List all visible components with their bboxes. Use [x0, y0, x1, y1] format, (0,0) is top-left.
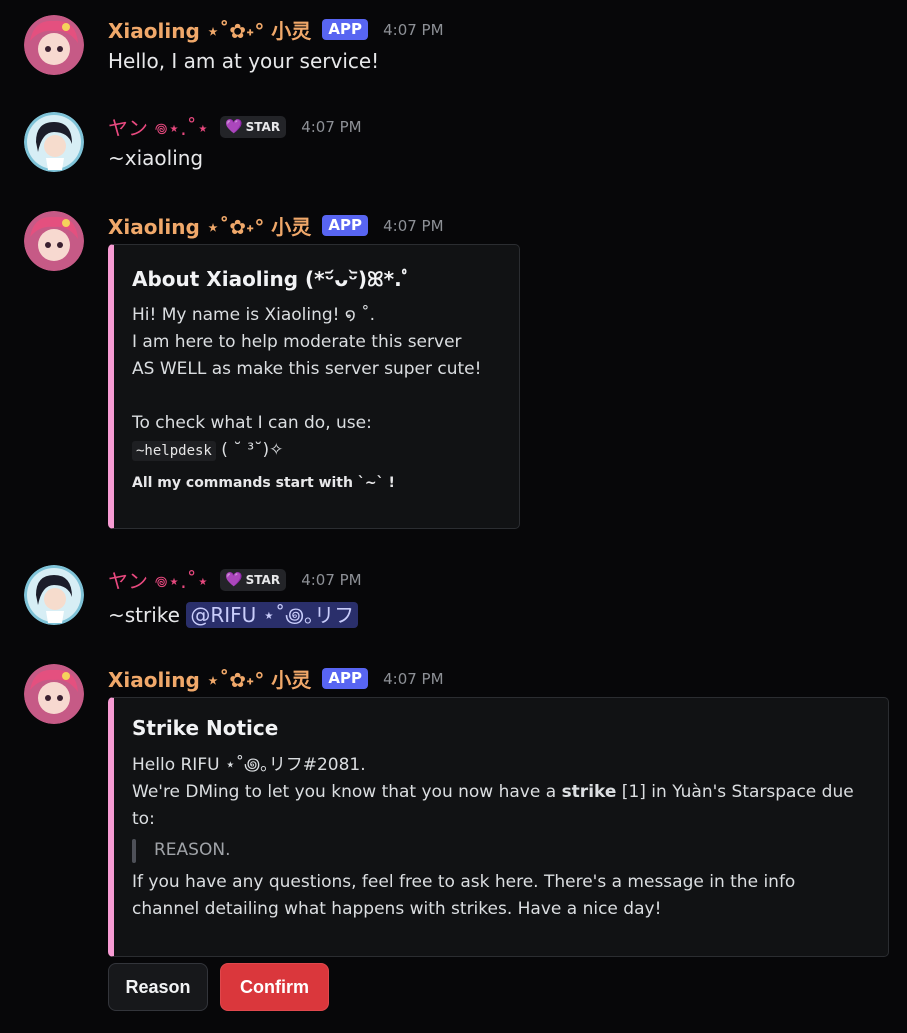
bot-avatar[interactable] [24, 664, 84, 724]
heart-icon: 💜 [225, 118, 243, 135]
app-badge: APP [322, 215, 369, 236]
embed-line: If you have any questions, feel free to … [132, 871, 796, 892]
user-username[interactable]: ヤン 𖦹⋆.˚⋆ [108, 569, 209, 593]
message-text: ~xiaoling [108, 146, 204, 170]
embed-line: AS WELL as make this server super cute! [132, 359, 482, 379]
heart-icon: 💜 [225, 571, 243, 588]
quote-text: REASON. [154, 840, 231, 860]
message-header: Xiaoling ⋆˚✿˖° 小灵 APP 4:07 PM [108, 15, 444, 45]
embed-line: We're DMing to let you know that you now… [132, 779, 870, 806]
command-text: ~strike [108, 603, 187, 627]
confirm-button[interactable]: Confirm [220, 963, 329, 1011]
message-header: Xiaoling ⋆˚✿˖° 小灵 APP 4:07 PM [108, 664, 444, 694]
strike-bold: strike [561, 782, 617, 802]
message-header: ヤン 𖦹⋆.˚⋆ 💜 STAR 4:07 PM [108, 565, 362, 595]
embed-text: We're DMing to let you know that you now… [132, 782, 562, 802]
embed-line: I am here to help moderate this server [132, 332, 462, 352]
embed-line: to: [132, 809, 155, 829]
timestamp: 4:07 PM [383, 669, 444, 688]
timestamp: 4:07 PM [383, 216, 444, 235]
bot-avatar[interactable] [24, 15, 84, 75]
app-badge: APP [322, 668, 369, 689]
timestamp: 4:07 PM [301, 570, 362, 589]
message-text: ~strike @RIFU ⋆˚꩜｡リフ [108, 599, 359, 630]
embed-line: Hello RIFU ⋆˚꩜｡リフ#2081. [132, 755, 366, 775]
blockquote: REASON. [132, 837, 870, 865]
star-badge: 💜 STAR [220, 115, 287, 138]
user-username[interactable]: ヤン 𖦹⋆.˚⋆ [108, 116, 209, 140]
embed-footer: All my commands start with `~` ! [132, 475, 395, 491]
star-badge-label: STAR [245, 119, 281, 134]
app-badge: APP [322, 19, 369, 40]
about-embed: About Xiaoling (*ᵕ᷄ᴗᵕ᷅)ꕤ*.ﾟ Hi! My name … [108, 244, 520, 529]
strike-embed: Strike Notice Hello RIFU ⋆˚꩜｡リフ#2081. We… [108, 697, 889, 957]
timestamp: 4:07 PM [383, 20, 444, 39]
embed-line: To check what I can do, use: [132, 413, 372, 433]
command-code: ~helpdesk [132, 441, 216, 461]
embed-line: Hi! My name is Xiaoling! ໑ ˚. [132, 305, 376, 325]
bot-username[interactable]: Xiaoling ⋆˚✿˖° 小灵 [108, 19, 311, 43]
user-mention[interactable]: @RIFU ⋆˚꩜｡リフ [186, 602, 359, 628]
user-avatar[interactable] [24, 565, 84, 625]
embed-title: Strike Notice [132, 716, 279, 740]
message-text: Hello, I am at your service! [108, 49, 380, 73]
embed-line: channel detailing what happens with stri… [132, 898, 662, 919]
bot-avatar[interactable] [24, 211, 84, 271]
embed-description: Hello RIFU ⋆˚꩜｡リフ#2081. We're DMing to l… [132, 752, 870, 923]
message-header: Xiaoling ⋆˚✿˖° 小灵 APP 4:07 PM [108, 211, 444, 241]
star-badge-label: STAR [245, 572, 281, 587]
embed-title: About Xiaoling (*ᵕ᷄ᴗᵕ᷅)ꕤ*.ﾟ [132, 267, 412, 291]
reason-button[interactable]: Reason [108, 963, 208, 1011]
message-header: ヤン 𖦹⋆.˚⋆ 💜 STAR 4:07 PM [108, 112, 362, 142]
bot-username[interactable]: Xiaoling ⋆˚✿˖° 小灵 [108, 668, 311, 692]
timestamp: 4:07 PM [301, 117, 362, 136]
star-badge: 💜 STAR [220, 568, 287, 591]
user-avatar[interactable] [24, 112, 84, 172]
embed-description: Hi! My name is Xiaoling! ໑ ˚. I am here … [132, 302, 501, 465]
quote-bar [132, 838, 136, 863]
bot-username[interactable]: Xiaoling ⋆˚✿˖° 小灵 [108, 215, 311, 239]
embed-text: [1] in Yuàn's Starspace due [616, 782, 854, 802]
kaomoji: ( ˘ ³˘)✧ [215, 440, 284, 460]
